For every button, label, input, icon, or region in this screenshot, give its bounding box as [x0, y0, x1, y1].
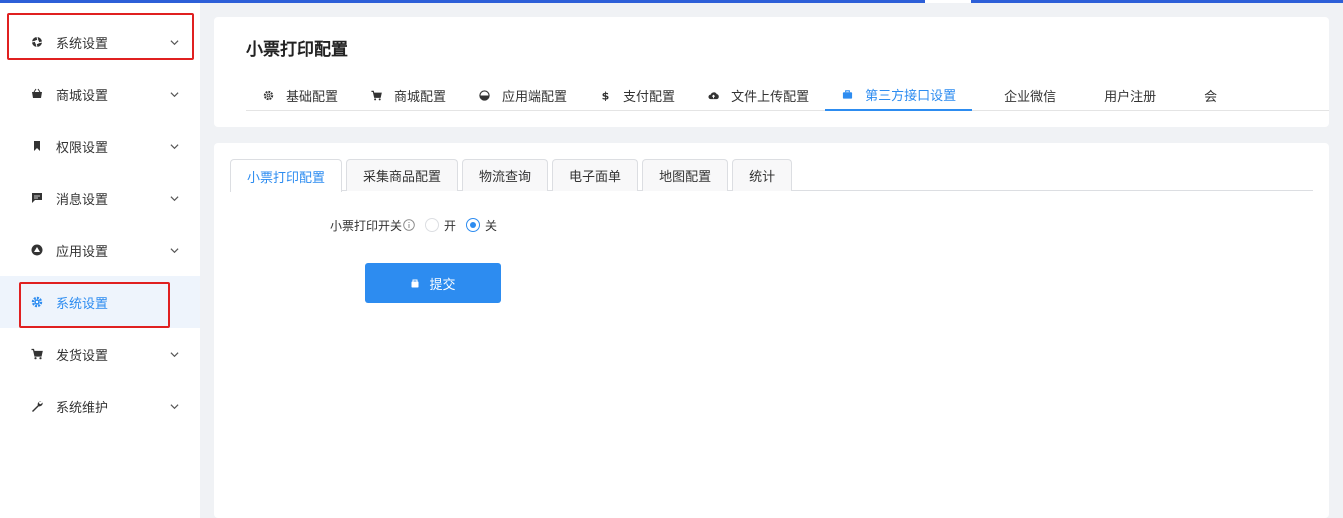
svg-text:$: $: [601, 90, 609, 101]
tab-receipt-print-config[interactable]: 小票打印配置: [230, 159, 343, 192]
tab-label: 企业微信: [1004, 89, 1057, 105]
tab-label: 第三方接口设置: [865, 88, 957, 104]
header-card: 小票打印配置 基础配置 商城配置 应用端配置 $ 支付配置 文件上传配置 第三方…: [214, 17, 1329, 127]
tab-label: 会: [1204, 89, 1218, 105]
radio-off[interactable]: 关: [466, 217, 497, 234]
sidebar-item-label: 权限设置: [56, 140, 109, 156]
sidebar-item-system-settings-1[interactable]: 系统设置: [0, 16, 200, 68]
radio-on-circle[interactable]: [425, 218, 439, 232]
briefcase-icon: [841, 88, 853, 100]
sidebar-item-label: 商城设置: [56, 88, 109, 104]
lock-icon: [410, 278, 421, 289]
tab-statistics[interactable]: 统计: [732, 159, 793, 191]
aperture-icon: [30, 35, 44, 49]
gear-icon: [30, 295, 44, 309]
tab-electronic-waybill[interactable]: 电子面单: [552, 159, 639, 191]
submit-button[interactable]: 提交: [365, 263, 501, 303]
info-icon[interactable]: [403, 219, 415, 231]
sidebar-item-label: 系统设置: [56, 296, 109, 312]
chevron-down-icon: [170, 401, 180, 411]
main-card: 小票打印配置 采集商品配置 物流查询 电子面单 地图配置 统计 小票打印开关 开…: [214, 143, 1329, 518]
tab-logistics-query[interactable]: 物流查询: [462, 159, 549, 191]
chevron-down-icon: [170, 193, 180, 203]
chevron-down-icon: [170, 37, 180, 47]
tab-label: 文件上传配置: [731, 89, 810, 105]
sidebar-item-permission-settings[interactable]: 权限设置: [0, 120, 200, 172]
tab-product-collection-config[interactable]: 采集商品配置: [346, 159, 459, 191]
compass-icon: [30, 243, 44, 257]
tab-file-upload-config[interactable]: 文件上传配置: [691, 79, 825, 111]
sidebar-item-app-settings[interactable]: 应用设置: [0, 224, 200, 276]
tab-label: 支付配置: [623, 89, 676, 105]
integration-tabs: 小票打印配置 采集商品配置 物流查询 电子面单 地图配置 统计: [230, 159, 1313, 192]
tab-basic-config[interactable]: 基础配置: [246, 79, 354, 111]
tab-member-truncated[interactable]: 会: [1172, 79, 1233, 111]
receipt-print-switch-label: 小票打印开关: [214, 217, 402, 234]
wrench-icon: [30, 399, 44, 413]
chevron-down-icon: [170, 89, 180, 99]
dollar-icon: $: [599, 89, 611, 101]
sidebar-item-mall-settings[interactable]: 商城设置: [0, 68, 200, 120]
chevron-down-icon: [170, 245, 180, 255]
receipt-print-switch-row: 小票打印开关 开 关: [214, 215, 814, 235]
cart-icon: [30, 347, 44, 361]
sidebar-item-label: 应用设置: [56, 244, 109, 260]
sidebar-item-message-settings[interactable]: 消息设置: [0, 172, 200, 224]
sidebar-item-label: 系统维护: [56, 400, 109, 416]
sidebar-item-shipping-settings[interactable]: 发货设置: [0, 328, 200, 380]
message-icon: [30, 191, 44, 205]
page-title: 小票打印配置: [246, 40, 348, 60]
sidebar-item-system-settings-2[interactable]: 系统设置: [0, 276, 200, 328]
radio-on-label: 开: [444, 218, 457, 233]
sidebar-item-label: 系统设置: [56, 36, 109, 52]
gear-icon: [262, 89, 274, 101]
sidebar-item-label: 消息设置: [56, 192, 109, 208]
chevron-down-icon: [170, 349, 180, 359]
sidebar-item-label: 发货设置: [56, 348, 109, 364]
config-tabs: 基础配置 商城配置 应用端配置 $ 支付配置 文件上传配置 第三方接口设置 企业…: [246, 79, 1329, 111]
tab-payment-config[interactable]: $ 支付配置: [583, 79, 691, 111]
tab-label: 用户注册: [1104, 89, 1157, 105]
tab-label: 基础配置: [286, 89, 339, 105]
cloud-upload-icon: [707, 89, 719, 101]
tab-wecom[interactable]: 企业微信: [972, 79, 1072, 111]
radio-off-circle[interactable]: [466, 218, 481, 232]
tab-user-registration[interactable]: 用户注册: [1072, 79, 1172, 111]
tab-label: 商城配置: [394, 89, 447, 105]
tab-mall-config[interactable]: 商城配置: [354, 79, 462, 111]
tab-app-config[interactable]: 应用端配置: [462, 79, 583, 111]
submit-label: 提交: [429, 276, 456, 292]
tab-map-config[interactable]: 地图配置: [642, 159, 729, 191]
sidebar: 系统设置 商城设置 权限设置 消息设置 应用设置 系统设置 发货设置 系统维护: [0, 3, 200, 518]
top-accent-bar: [0, 0, 1343, 3]
dashboard-icon: [478, 89, 490, 101]
radio-off-label: 关: [485, 218, 498, 233]
sidebar-item-system-maintenance[interactable]: 系统维护: [0, 380, 200, 432]
cart-icon: [370, 89, 382, 101]
chevron-down-icon: [170, 141, 180, 151]
top-accent-gap: [925, 0, 971, 3]
tab-third-party-api-settings[interactable]: 第三方接口设置: [825, 79, 973, 111]
tab-label: 应用端配置: [502, 89, 568, 105]
radio-on[interactable]: 开: [425, 217, 456, 234]
switch-label-text: 小票打印开关: [329, 218, 402, 233]
bookmark-icon: [30, 139, 44, 153]
basket-icon: [30, 87, 44, 101]
